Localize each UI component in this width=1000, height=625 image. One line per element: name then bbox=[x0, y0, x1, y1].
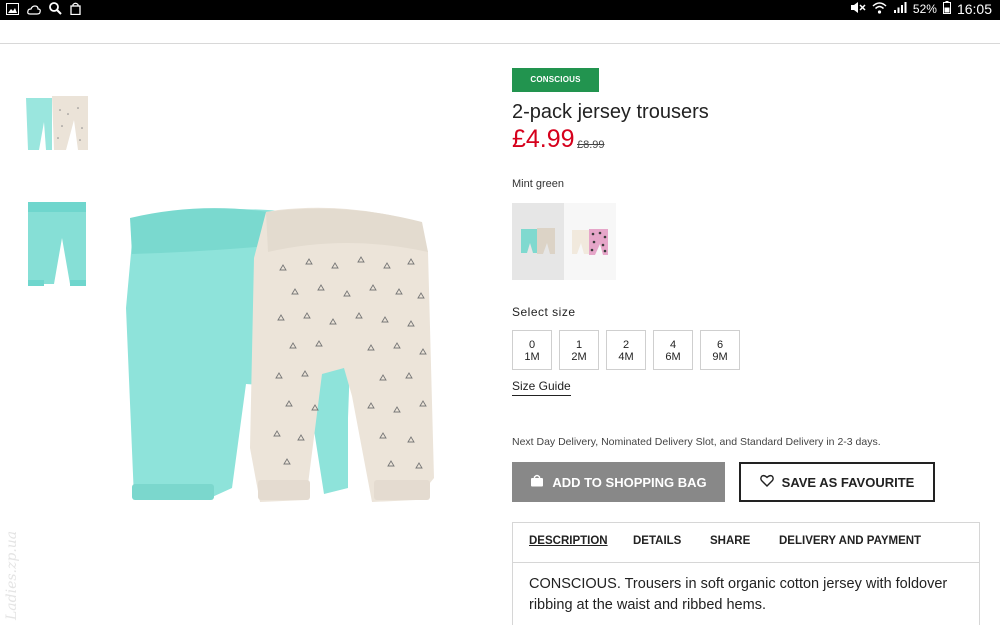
add-to-bag-button[interactable]: ADD TO SHOPPING BAG bbox=[512, 462, 725, 502]
status-right: 52% 16:05 bbox=[850, 1, 992, 17]
size-number: 0 bbox=[528, 339, 536, 351]
size-option-3[interactable]: 4 6M bbox=[653, 330, 693, 370]
size-months: 1M bbox=[524, 351, 540, 363]
size-option-2[interactable]: 2 4M bbox=[606, 330, 646, 370]
product-price: £4.99 bbox=[512, 125, 575, 153]
product-info-tabs: DESCRIPTION DETAILS SHARE DELIVERY AND P… bbox=[512, 522, 980, 625]
shopping-bag-icon bbox=[530, 474, 544, 490]
size-guide-link[interactable]: Size Guide bbox=[512, 379, 571, 396]
status-bar: 52% 16:05 bbox=[0, 0, 1000, 20]
size-months: 6M bbox=[665, 351, 681, 363]
product-description: CONSCIOUS. Trousers in soft organic cott… bbox=[529, 576, 948, 613]
battery-percent: 52% bbox=[912, 2, 937, 16]
search-icon bbox=[49, 2, 62, 20]
battery-icon bbox=[942, 1, 951, 17]
cloud-icon bbox=[27, 2, 41, 20]
status-left-icons bbox=[6, 2, 81, 20]
tabs-row: DESCRIPTION DETAILS SHARE DELIVERY AND P… bbox=[513, 523, 979, 563]
size-number: 2 bbox=[622, 339, 630, 351]
delivery-info: Next Day Delivery, Nominated Delivery Sl… bbox=[512, 436, 881, 448]
gallery-icon bbox=[6, 2, 19, 20]
size-option-4[interactable]: 6 9M bbox=[700, 330, 740, 370]
clock: 16:05 bbox=[956, 1, 992, 17]
size-months: 2M bbox=[571, 351, 587, 363]
product-main-image bbox=[118, 198, 448, 508]
tab-description[interactable]: DESCRIPTION bbox=[529, 535, 608, 547]
save-favourite-label: SAVE AS FAVOURITE bbox=[781, 474, 915, 490]
site-header bbox=[0, 20, 1000, 44]
watermark: Ladies.zp.ua bbox=[4, 530, 20, 620]
heart-icon bbox=[759, 474, 774, 490]
size-option-0[interactable]: 0 1M bbox=[512, 330, 552, 370]
product-title: 2-pack jersey trousers bbox=[512, 101, 709, 123]
thumbnail-pack[interactable] bbox=[22, 92, 92, 154]
selected-colour-label: Mint green bbox=[512, 178, 564, 190]
size-months: 4M bbox=[618, 351, 634, 363]
tab-share[interactable]: SHARE bbox=[710, 535, 750, 547]
size-number: 6 bbox=[716, 339, 724, 351]
wifi-icon bbox=[872, 1, 887, 17]
colour-swatch-mint[interactable] bbox=[512, 203, 564, 280]
tab-delivery-and-payment[interactable]: DELIVERY AND PAYMENT bbox=[779, 535, 921, 547]
mute-icon bbox=[850, 1, 866, 17]
conscious-badge: CONSCIOUS bbox=[512, 68, 599, 92]
size-option-1[interactable]: 1 2M bbox=[559, 330, 599, 370]
signal-icon bbox=[893, 1, 907, 17]
colour-swatch-pink-dots[interactable] bbox=[564, 203, 616, 280]
size-number: 4 bbox=[669, 339, 677, 351]
select-size-label: Select size bbox=[512, 305, 576, 319]
shopping-bag-icon bbox=[70, 2, 81, 20]
tab-details[interactable]: DETAILS bbox=[633, 535, 681, 547]
size-months: 9M bbox=[712, 351, 728, 363]
old-price: £8.99 bbox=[577, 139, 605, 151]
save-favourite-button[interactable]: SAVE AS FAVOURITE bbox=[739, 462, 935, 502]
size-number: 1 bbox=[575, 339, 583, 351]
thumbnail-mint[interactable] bbox=[22, 198, 92, 290]
add-to-bag-label: ADD TO SHOPPING BAG bbox=[552, 474, 707, 490]
